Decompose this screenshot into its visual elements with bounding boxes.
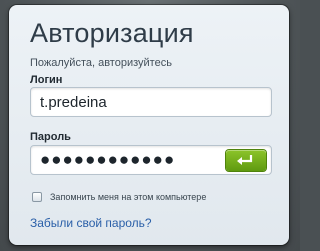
password-field[interactable] — [30, 145, 272, 175]
remember-checkbox[interactable] — [32, 192, 42, 202]
login-label: Логин — [30, 74, 63, 86]
remember-me[interactable]: Запомнить меня на этом компьютере — [32, 192, 206, 202]
submit-button[interactable] — [226, 150, 266, 171]
password-label: Пароль — [30, 131, 71, 143]
password-input[interactable] — [31, 146, 221, 174]
login-field[interactable] — [30, 87, 272, 117]
enter-return-icon — [237, 155, 253, 165]
page-background: Авторизация Пожалуйста, авторизуйтесь Ло… — [0, 0, 300, 251]
page-subtitle: Пожалуйста, авторизуйтесь — [30, 57, 172, 69]
page-title: Авторизация — [30, 18, 194, 48]
login-panel: Авторизация Пожалуйста, авторизуйтесь Ло… — [9, 5, 289, 245]
login-input[interactable] — [31, 88, 271, 116]
forgot-password-link[interactable]: Забыли свой пароль? — [30, 216, 152, 230]
remember-label: Запомнить меня на этом компьютере — [50, 192, 207, 202]
